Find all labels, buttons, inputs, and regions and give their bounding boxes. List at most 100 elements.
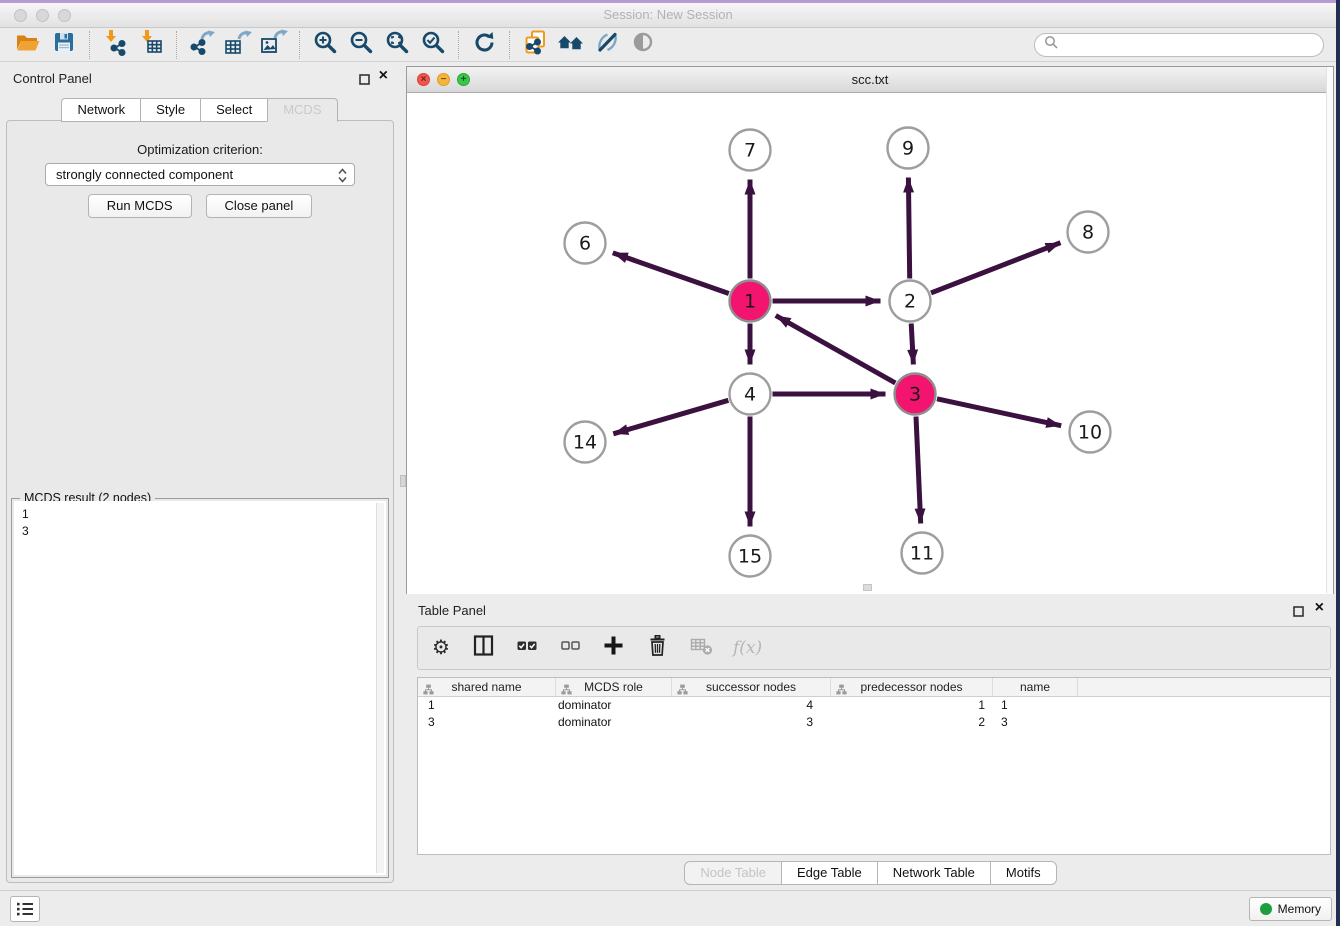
network-window-titlebar[interactable]: × − + scc.txt [407, 67, 1333, 93]
network-maximize-button[interactable]: + [457, 73, 470, 86]
graph-node-2[interactable]: 2 [890, 281, 931, 322]
cell-predecessor-nodes[interactable]: 1 [831, 697, 993, 714]
column-header-shared-name[interactable]: shared name [418, 678, 556, 696]
zoom-selected-button[interactable] [415, 30, 451, 60]
zoom-fit-button[interactable] [379, 30, 415, 60]
criterion-dropdown[interactable]: strongly connected component [45, 163, 355, 186]
cell-MCDS-role[interactable]: dominator [556, 697, 672, 714]
save-session-button[interactable] [46, 30, 82, 60]
column-header-name[interactable]: name [993, 678, 1078, 696]
function-builder-icon: f(x) [733, 638, 762, 658]
delete-column-button[interactable] [645, 633, 670, 663]
search-input[interactable] [1063, 36, 1323, 54]
table-options-button[interactable]: ⚙ [430, 638, 452, 659]
memory-button[interactable]: Memory [1249, 897, 1332, 921]
show-columns-button[interactable] [471, 633, 496, 663]
graph-edge-1-6[interactable] [613, 253, 729, 294]
graph-edge-2-3[interactable] [911, 324, 913, 365]
status-bar: Memory [0, 890, 1336, 926]
cell-shared-name[interactable]: 3 [418, 714, 556, 731]
export-table-button[interactable] [220, 30, 256, 60]
graph-node-8[interactable]: 8 [1068, 212, 1109, 253]
run-mcds-button[interactable]: Run MCDS [88, 194, 192, 218]
clone-network-button[interactable] [517, 30, 553, 60]
cell-shared-name[interactable]: 1 [418, 697, 556, 714]
window-zoom-button[interactable] [58, 9, 71, 22]
import-table-button[interactable] [133, 30, 169, 60]
column-header-predecessor-nodes[interactable]: predecessor nodes [831, 678, 993, 696]
export-image-button[interactable] [256, 30, 292, 60]
graph-node-10[interactable]: 10 [1070, 412, 1111, 453]
mcds-result-area[interactable]: 13 [14, 501, 386, 875]
zoom-in-button[interactable] [307, 30, 343, 60]
network-horizontal-scroll-thumb[interactable] [863, 584, 872, 591]
export-network-button[interactable] [184, 30, 220, 60]
select-all-columns-button[interactable] [515, 633, 540, 663]
column-header-MCDS-role[interactable]: MCDS role [556, 678, 672, 696]
graph-edge-3-1[interactable] [776, 316, 896, 384]
network-canvas[interactable]: 1 2 3 4 6 7 8 9 10 11 14 15 [407, 93, 1333, 594]
open-session-button[interactable] [10, 30, 46, 60]
graph-node-7[interactable]: 7 [730, 130, 771, 171]
graph-node-3[interactable]: 3 [895, 374, 936, 415]
show-hide-button[interactable] [625, 30, 661, 60]
network-overview-button[interactable] [553, 30, 589, 60]
column-header-successor-nodes[interactable]: successor nodes [672, 678, 831, 696]
network-close-button[interactable]: × [417, 73, 430, 86]
graph-edge-3-11[interactable] [916, 417, 921, 524]
tab-node-table[interactable]: Node Table [684, 861, 782, 885]
mcds-result-scrollbar[interactable] [376, 503, 384, 873]
control-panel-close-button[interactable]: × [379, 68, 388, 84]
control-panel-tabs: NetworkStyleSelectMCDS [0, 98, 400, 122]
show-columns-icon [471, 633, 496, 663]
table-panel-close-button[interactable]: × [1315, 600, 1324, 616]
unselect-all-columns-button[interactable] [559, 634, 582, 662]
control-panel-title: Control Panel [13, 71, 92, 86]
tab-motifs[interactable]: Motifs [990, 861, 1057, 885]
cell-successor-nodes[interactable]: 3 [672, 714, 831, 731]
graph-edge-2-8[interactable] [931, 243, 1061, 293]
tab-mcds[interactable]: MCDS [267, 98, 337, 122]
cell-name[interactable]: 1 [993, 697, 1078, 714]
function-builder-button[interactable]: f(x) [733, 638, 762, 658]
search-box[interactable] [1034, 33, 1324, 57]
network-minimize-button[interactable]: − [437, 73, 450, 86]
tab-network[interactable]: Network [61, 98, 141, 122]
tree-icon [677, 682, 688, 700]
cell-name[interactable]: 3 [993, 714, 1078, 731]
graph-node-1[interactable]: 1 [730, 281, 771, 322]
graph-edge-2-9[interactable] [908, 178, 909, 279]
tab-style[interactable]: Style [140, 98, 201, 122]
window-minimize-button[interactable] [36, 9, 49, 22]
cell-successor-nodes[interactable]: 4 [672, 697, 831, 714]
tab-edge-table[interactable]: Edge Table [781, 861, 878, 885]
graph-node-11[interactable]: 11 [902, 533, 943, 574]
graph-node-15[interactable]: 15 [730, 536, 771, 577]
apply-layout-button[interactable] [466, 30, 502, 60]
graph-node-4[interactable]: 4 [730, 374, 771, 415]
graph-node-6[interactable]: 6 [565, 223, 606, 264]
import-network-button[interactable] [97, 30, 133, 60]
table-panel-float-button[interactable] [1293, 604, 1304, 615]
network-vertical-scrollbar[interactable] [1326, 67, 1333, 593]
table-row[interactable]: 1dominator411 [418, 697, 1330, 714]
create-column-button[interactable] [601, 633, 626, 663]
control-panel-float-button[interactable] [359, 72, 370, 83]
style-tool-button[interactable] [589, 30, 625, 60]
graph-edge-4-14[interactable] [613, 400, 728, 434]
graph-node-14[interactable]: 14 [565, 422, 606, 463]
graph-node-9[interactable]: 9 [888, 128, 929, 169]
zoom-out-button[interactable] [343, 30, 379, 60]
delete-table-button[interactable] [689, 634, 714, 663]
cell-MCDS-role[interactable]: dominator [556, 714, 672, 731]
svg-text:4: 4 [744, 384, 756, 406]
table-row[interactable]: 3dominator323 [418, 714, 1330, 731]
window-close-button[interactable] [14, 9, 27, 22]
dropdown-stepper-icon [337, 167, 348, 187]
task-history-button[interactable] [10, 896, 40, 922]
close-panel-button[interactable]: Close panel [206, 194, 313, 218]
cell-predecessor-nodes[interactable]: 2 [831, 714, 993, 731]
tab-network-table[interactable]: Network Table [877, 861, 991, 885]
graph-edge-3-10[interactable] [937, 399, 1061, 426]
tab-select[interactable]: Select [200, 98, 268, 122]
